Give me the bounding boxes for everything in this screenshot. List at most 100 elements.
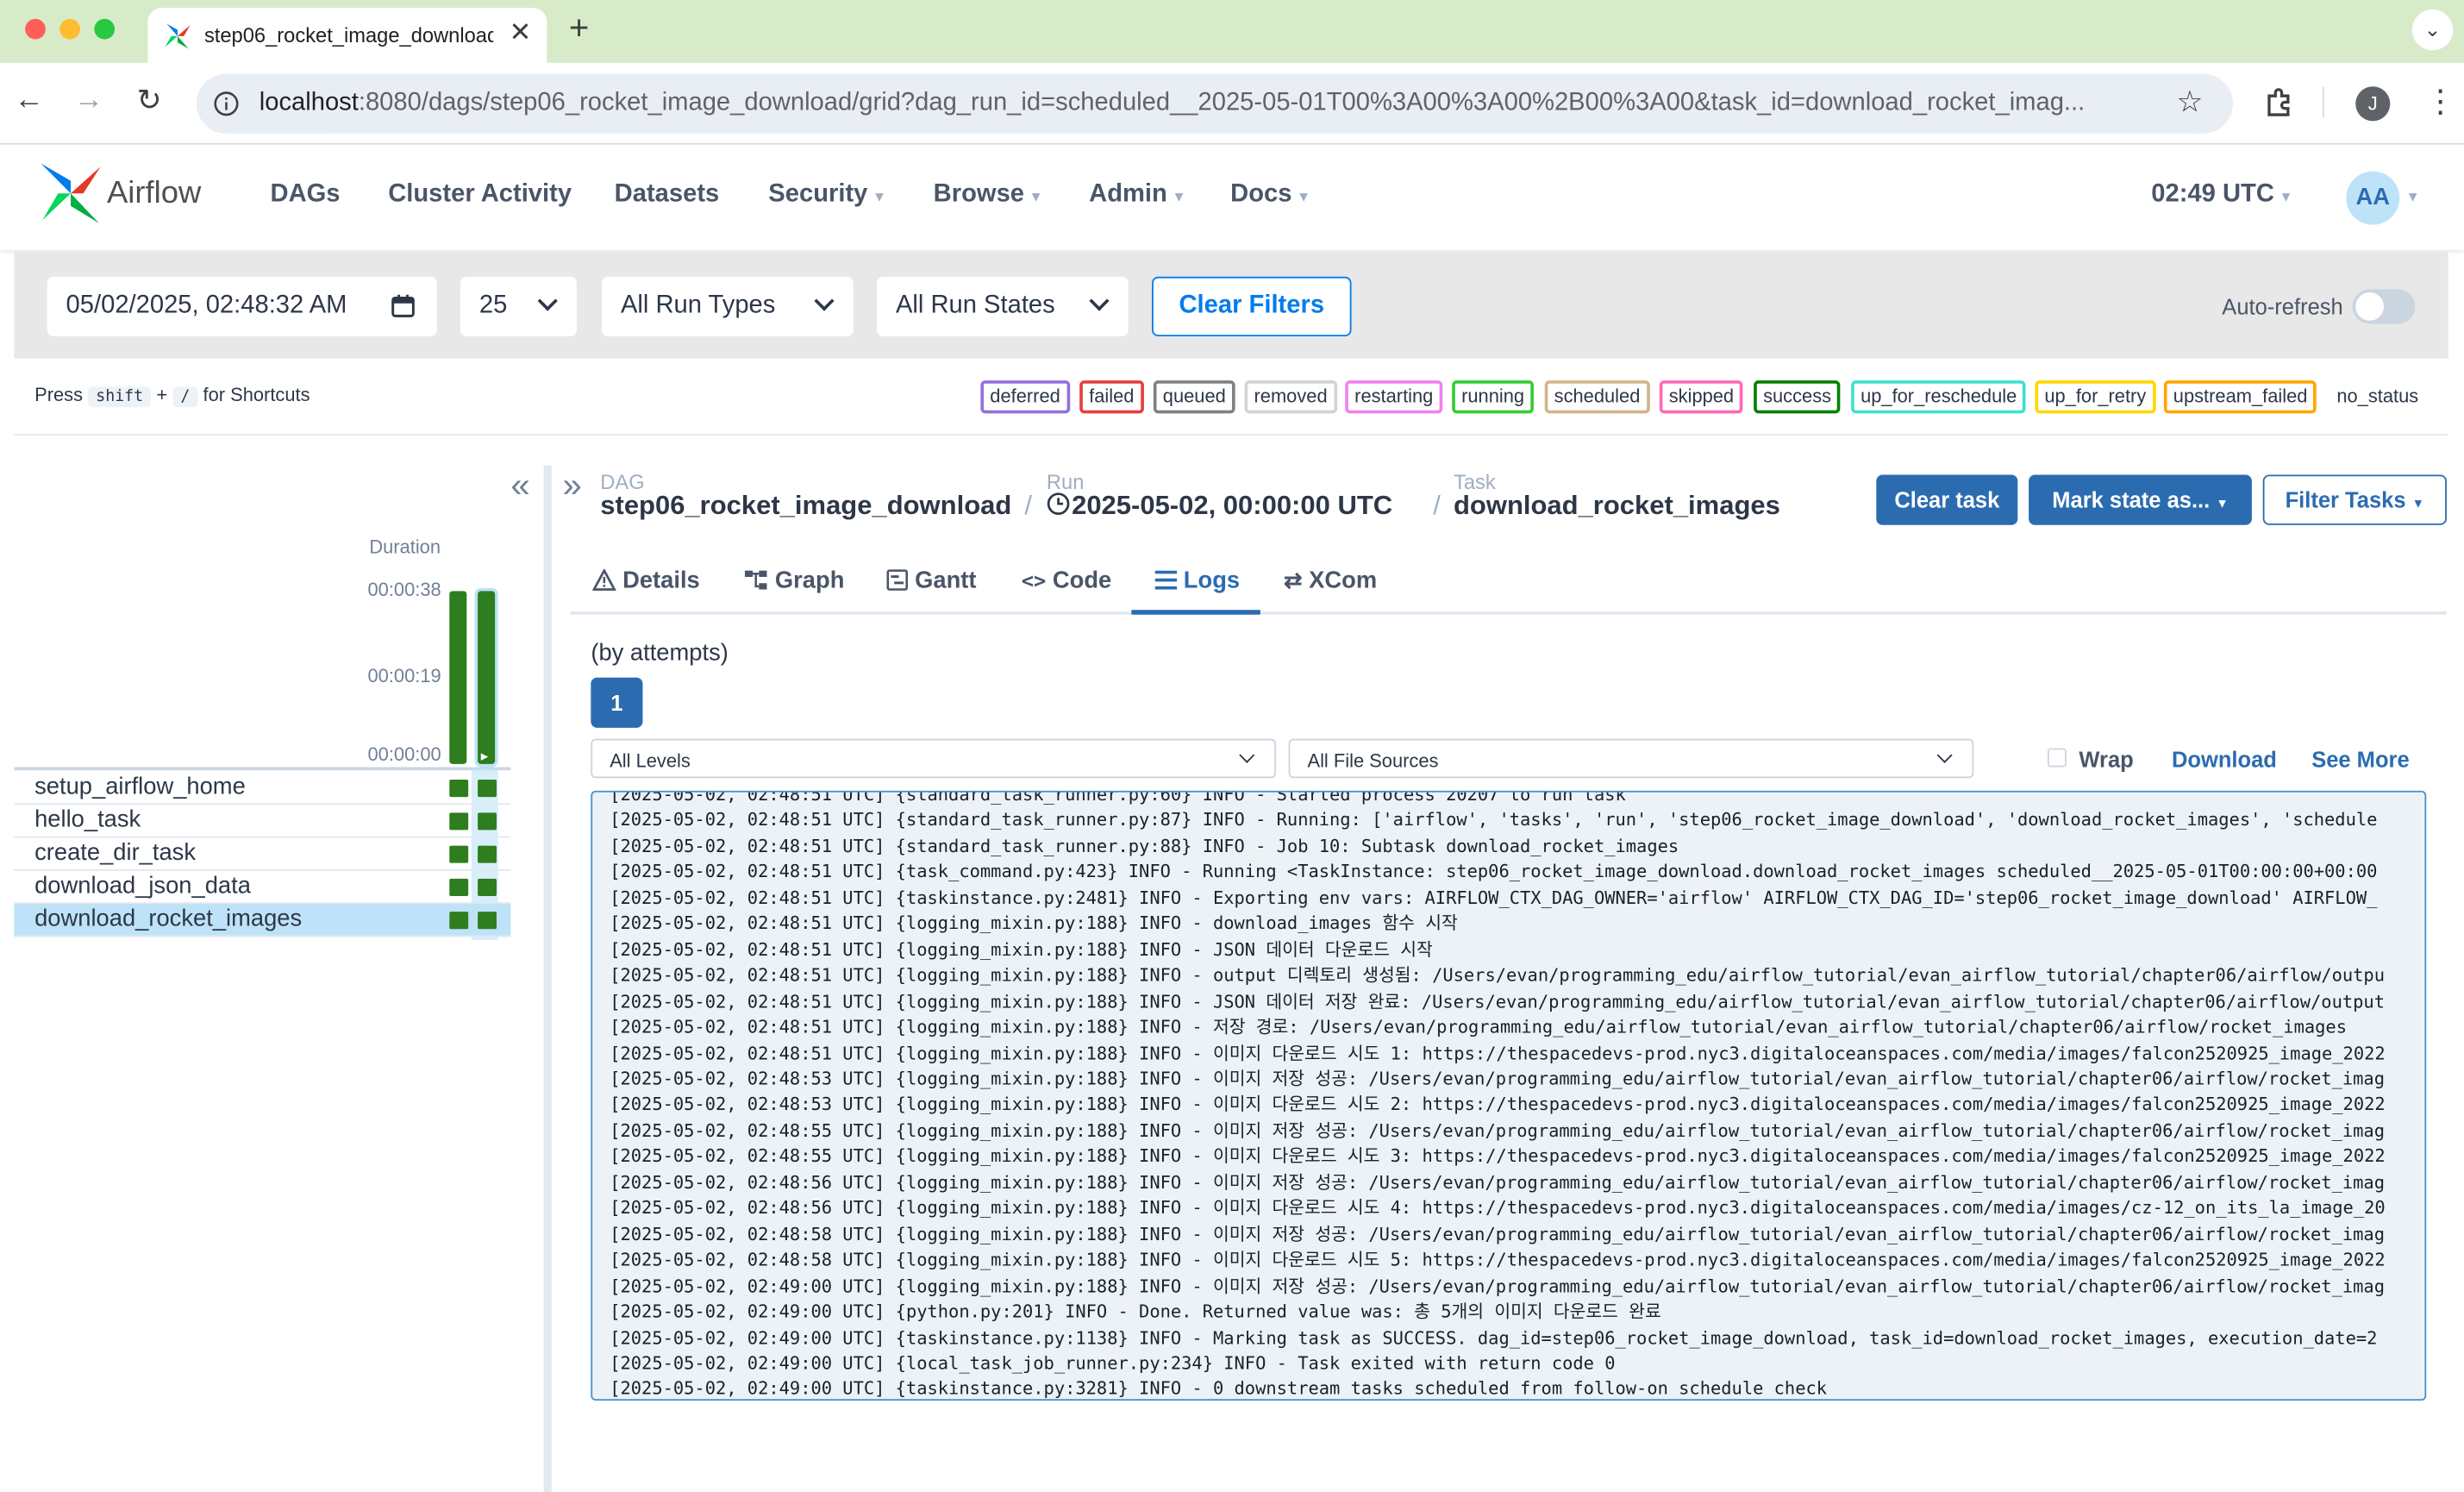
user-menu-chevron-icon[interactable]: ▼ (2406, 189, 2420, 204)
num-runs-select[interactable]: 25 (460, 276, 577, 337)
legend-removed[interactable]: removed (1244, 380, 1337, 414)
run-duration-bar[interactable] (449, 591, 467, 764)
clock-icon (1047, 492, 1070, 516)
chevron-down-icon: ▼ (1296, 188, 1311, 204)
legend-restarting[interactable]: restarting (1345, 380, 1443, 414)
nav-cluster-activity[interactable]: Cluster Activity (388, 181, 572, 210)
nav-security[interactable]: Security ▼ (768, 181, 886, 210)
task-name[interactable]: download_rocket_images (34, 906, 302, 932)
execution-date-input[interactable]: 05/02/2025, 02:48:32 AM (47, 276, 437, 337)
wrap-checkbox[interactable] (2047, 748, 2067, 768)
collapse-grid-icon[interactable]: « (510, 466, 529, 506)
see-more-link[interactable]: See More (2311, 747, 2409, 772)
task-row[interactable]: setup_airflow_home (14, 772, 511, 806)
tab-gantt[interactable]: Gantt (886, 567, 977, 594)
run-type-select[interactable]: All Run Types (602, 276, 854, 337)
close-window-icon[interactable] (25, 18, 46, 40)
profile-avatar[interactable]: J (2355, 86, 2391, 122)
timezone-menu[interactable]: 02:49 UTC ▼ (2151, 181, 2292, 210)
nav-admin[interactable]: Admin ▼ (1089, 181, 1185, 210)
task-instance-success[interactable] (478, 845, 497, 863)
file-source-value: All File Sources (1307, 749, 1439, 772)
log-line: [2025-05-02, 02:48:51 UTC] {task_command… (610, 862, 2378, 883)
calendar-icon[interactable] (391, 294, 415, 317)
breadcrumb-dag[interactable]: step06_rocket_image_download (600, 491, 1011, 522)
user-avatar[interactable]: AA (2346, 171, 2400, 225)
legend-up-for-reschedule[interactable]: up_for_reschedule (1851, 380, 2027, 414)
log-line: [2025-05-02, 02:48:58 UTC] {logging_mixi… (610, 1224, 2385, 1245)
breadcrumb-task[interactable]: download_rocket_images (1454, 491, 1780, 522)
expand-details-icon[interactable]: » (563, 466, 582, 506)
browser-menu-icon[interactable]: ⋮ (2424, 82, 2455, 122)
legend-upstream-failed[interactable]: upstream_failed (2163, 380, 2317, 414)
brand-name[interactable]: Airflow (107, 176, 201, 212)
browser-tab[interactable]: step06_rocket_image_download ✕ (147, 8, 547, 63)
tab-close-icon[interactable]: ✕ (510, 17, 532, 48)
wrap-label[interactable]: Wrap (2079, 747, 2133, 772)
browser-toolbar: ← → ↻ localhost:8080/dags/step06_rocket_… (0, 62, 2464, 145)
breadcrumb-run[interactable]: 2025-05-02, 00:00:00 UTC (1072, 491, 1392, 522)
task-name[interactable]: create_dir_task (34, 839, 196, 866)
legend-skipped[interactable]: skipped (1659, 380, 1744, 414)
task-row[interactable]: download_json_data (14, 871, 511, 905)
legend-no-status[interactable]: no_status (2327, 380, 2429, 414)
nav-browse[interactable]: Browse ▼ (934, 181, 1043, 210)
task-row-selected[interactable]: download_rocket_images (14, 904, 511, 937)
task-row[interactable]: create_dir_task (14, 837, 511, 871)
task-instance-success[interactable] (478, 812, 497, 831)
filter-tasks-button[interactable]: Filter Tasks ▼ (2262, 474, 2447, 525)
task-instance-success[interactable] (478, 912, 497, 930)
site-info-icon[interactable] (214, 91, 239, 116)
task-instance-success[interactable] (449, 812, 469, 831)
tab-search-chevron-icon[interactable]: ⌄ (2411, 9, 2454, 51)
legend-up-for-retry[interactable]: up_for_retry (2035, 380, 2156, 414)
tab-details[interactable]: Details (591, 567, 700, 594)
legend-running[interactable]: running (1452, 380, 1535, 414)
file-source-select[interactable]: All File Sources (1288, 738, 1974, 779)
clear-filters-button[interactable]: Clear Filters (1152, 276, 1352, 337)
legend-scheduled[interactable]: scheduled (1544, 380, 1650, 414)
task-name[interactable]: hello_task (34, 806, 141, 833)
airflow-logo-icon[interactable] (38, 160, 104, 227)
legend-success[interactable]: success (1754, 380, 1842, 414)
log-level-select[interactable]: All Levels (591, 738, 1277, 779)
bookmark-star-icon[interactable]: ☆ (2176, 85, 2203, 121)
clear-task-button[interactable]: Clear task (1876, 474, 2018, 525)
task-name[interactable]: download_json_data (34, 873, 251, 900)
forward-icon[interactable]: → (74, 84, 104, 118)
download-logs-link[interactable]: Download (2172, 747, 2277, 772)
legend-deferred[interactable]: deferred (980, 380, 1070, 414)
panel-resize-handle[interactable] (543, 465, 552, 1492)
address-bar[interactable]: localhost:8080/dags/step06_rocket_image_… (196, 73, 2234, 134)
nav-docs[interactable]: Docs ▼ (1230, 181, 1310, 210)
task-instance-success[interactable] (478, 780, 497, 798)
auto-refresh-toggle[interactable] (2352, 289, 2416, 324)
extensions-icon[interactable] (2263, 85, 2298, 119)
nav-dags[interactable]: DAGs (271, 181, 341, 210)
minimize-window-icon[interactable] (59, 18, 80, 40)
task-name[interactable]: setup_airflow_home (34, 774, 246, 800)
task-instance-success[interactable] (449, 878, 469, 896)
run-state-select[interactable]: All Run States (877, 276, 1129, 337)
back-icon[interactable]: ← (14, 84, 44, 118)
tab-xcom[interactable]: ⇄ XCom (1284, 567, 1377, 594)
reload-icon[interactable]: ↻ (137, 84, 162, 120)
attempt-1-button[interactable]: 1 (591, 677, 643, 728)
task-row[interactable]: hello_task (14, 805, 511, 838)
task-instance-success[interactable] (449, 780, 469, 798)
breadcrumb-separator: / (1433, 490, 1441, 521)
new-tab-icon[interactable]: + (569, 8, 589, 48)
tab-graph[interactable]: Graph (743, 567, 844, 594)
run-duration-bar[interactable] (478, 591, 496, 764)
legend-failed[interactable]: failed (1079, 380, 1144, 414)
task-instance-success[interactable] (449, 912, 469, 930)
task-instance-success[interactable] (449, 845, 469, 863)
legend-queued[interactable]: queued (1153, 380, 1235, 414)
log-viewer[interactable]: [2025-05-02, 02:48:51 UTC] {standard_tas… (591, 790, 2427, 1401)
task-instance-success[interactable] (478, 878, 497, 896)
maximize-window-icon[interactable] (94, 18, 116, 40)
mark-state-button[interactable]: Mark state as... ▼ (2029, 474, 2252, 525)
tab-code[interactable]: <> Code (1022, 567, 1111, 594)
nav-datasets[interactable]: Datasets (615, 181, 720, 210)
tab-logs[interactable]: Logs (1154, 567, 1240, 594)
